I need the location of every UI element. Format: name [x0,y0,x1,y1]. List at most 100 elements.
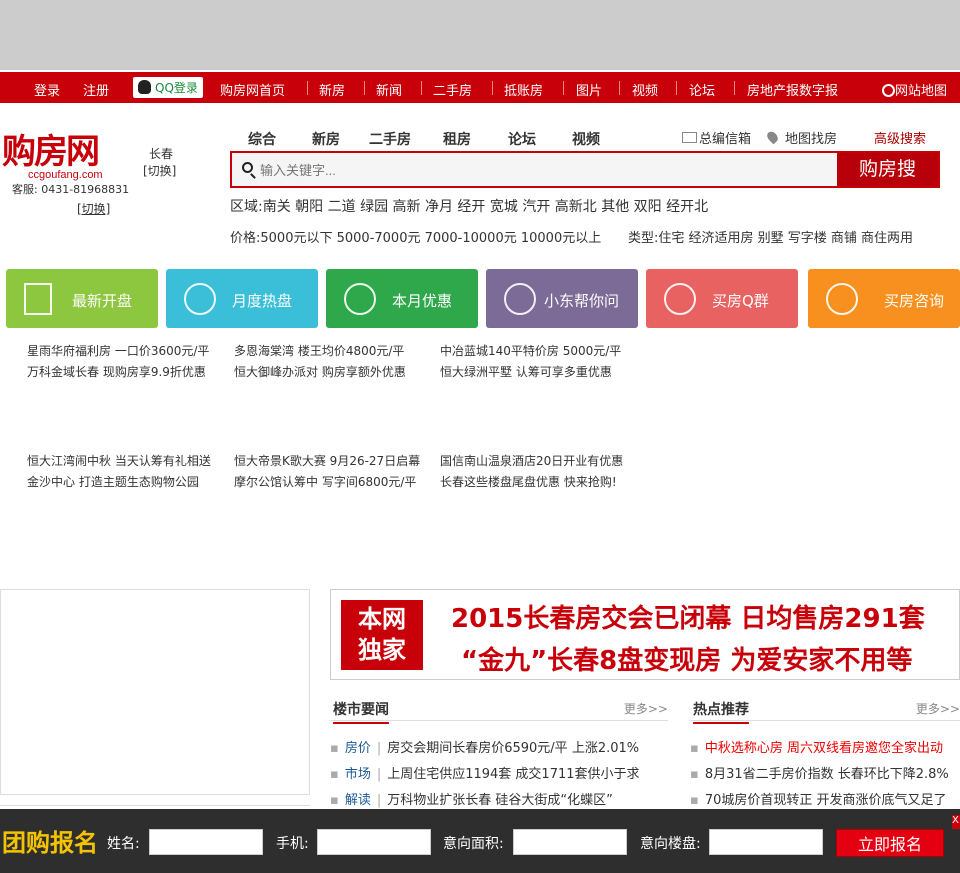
ad-placeholder [0,589,310,795]
market-news-header: 楼市要闻 更多>> [330,697,668,724]
promo-link[interactable]: 中冶蓝城140平特价房 5000元/平 [440,341,621,362]
phone-label: 手机: [276,836,309,852]
search-bar: 购房搜 [230,151,940,188]
promo-list: 中冶蓝城140平特价房 5000元/平 恒大绿洲平墅 认筹可享多重优惠 [440,341,621,383]
city-name: 长春 [149,147,174,161]
tab-new-house[interactable]: 新房 [312,129,340,149]
headline-banner[interactable]: 本网 独家 2015长春房交会已闭幕 日均售房291套 “金九”长春8盘变现房 为… [330,589,960,680]
building-icon [24,283,52,315]
nav-home[interactable]: 购房网首页 [220,80,285,99]
login-link[interactable]: 登录 [34,80,60,99]
search-icon [242,162,253,173]
project-input[interactable] [709,829,823,855]
feature-qq-group[interactable]: 买房Q群 [646,269,798,328]
news-item[interactable]: ▪ 房价 | 房交会期间长春房价6590元/平 上涨2.01% [330,737,639,756]
promo-link[interactable]: 摩尔公馆认筹中 写字间6800元/平 [234,472,420,493]
tab-second-hand[interactable]: 二手房 [369,129,411,149]
sale-icon [344,283,376,315]
promo-list: 国信南山温泉酒店20日开业有优惠 长春这些楼盘尾盘优惠 快来抢购! [440,451,623,493]
promo-link[interactable]: 恒大御峰办派对 购房享额外优惠 [234,362,406,383]
advanced-search-link[interactable]: 高级搜索 [874,128,926,147]
qq-icon [664,283,696,315]
headline-1[interactable]: 2015长春房交会已闭幕 日均售房291套 [451,598,925,635]
more-link[interactable]: 更多>> [624,700,668,717]
qq-login-button[interactable]: QQ登录 [133,77,203,98]
promo-list: 恒大江湾闹中秋 当天认筹有礼相送 金沙中心 打造主题生态购物公园 [27,451,211,493]
tab-video[interactable]: 视频 [572,129,600,149]
divider [492,81,493,95]
price-links[interactable]: 5000元以下 5000-7000元 7000-10000元 10000元以上 [260,231,601,246]
promo-link[interactable]: 金沙中心 打造主题生态购物公园 [27,472,211,493]
sitemap-link[interactable]: 网站地图 [882,80,947,99]
promo-link[interactable]: 万科金域长春 现购房享9.9折优惠 [27,362,209,383]
promo-link[interactable]: 星雨华府福利房 一口价3600元/平 [27,341,209,362]
type-links[interactable]: 住宅 经济适用房 别墅 写字楼 商铺 商住两用 [658,231,913,246]
map-search-link[interactable]: 地图找房 [765,128,837,147]
hot-picks-header: 热点推荐 更多>> [690,697,960,724]
feature-latest-opening[interactable]: 最新开盘 [6,269,158,328]
divider [619,81,620,95]
divider [563,81,564,95]
type-filter: 类型:住宅 经济适用房 别墅 写字楼 商铺 商住两用 [628,231,914,246]
hot-item[interactable]: ▪ 70城房价首现转正 开发商涨价底气又足了 [690,789,947,808]
hot-item[interactable]: ▪ 中秋选称心房 周六双线看房邀您全家出动 [690,737,943,756]
tab-forum[interactable]: 论坛 [508,129,536,149]
promo-link[interactable]: 长春这些楼盘尾盘优惠 快来抢购! [440,472,623,493]
register-link[interactable]: 注册 [83,80,109,99]
project-label: 意向楼盘: [640,836,701,852]
search-button[interactable]: 购房搜 [837,153,938,186]
promo-link[interactable]: 国信南山温泉酒店20日开业有优惠 [440,451,623,472]
mail-icon [682,132,697,143]
city-switch[interactable]: [切换] [143,162,176,179]
promo-link[interactable]: 恒大江湾闹中秋 当天认筹有礼相送 [27,451,211,472]
promo-list: 多恩海棠湾 楼王均价4800元/平 恒大御峰办派对 购房享额外优惠 [234,341,406,383]
name-label: 姓名: [107,836,140,852]
promo-link[interactable]: 多恩海棠湾 楼王均价4800元/平 [234,341,406,362]
promo-list: 星雨华府福利房 一口价3600元/平 万科金域长春 现购房享9.9折优惠 [27,341,209,383]
area-input[interactable] [513,829,627,855]
feature-monthly-hot[interactable]: 月度热盘 [166,269,318,328]
nav-second-hand[interactable]: 二手房 [433,80,472,99]
hot-item[interactable]: ▪ 8月31省二手房价指数 长春环比下降2.8% [690,763,949,782]
site-logo[interactable]: 购房网 ccgoufang.com [2,124,103,181]
nav-new-house[interactable]: 新房 [319,80,345,99]
phone-input[interactable] [317,829,431,855]
tab-rent[interactable]: 租房 [443,129,471,149]
thumbs-up-icon [184,283,216,315]
search-input[interactable] [260,159,820,181]
price-filter: 价格:5000元以下 5000-7000元 7000-10000元 10000元… [230,231,602,246]
close-icon[interactable]: X [952,815,960,829]
feature-consult[interactable]: 买房咨询 [808,269,960,328]
exclusive-badge: 本网 独家 [341,600,423,670]
feature-ask[interactable]: 小东帮你问 [486,269,638,328]
nav-debt-house[interactable]: 抵账房 [504,80,543,99]
divider [307,81,308,95]
group-buy-title: 团购报名 [2,829,98,857]
area-links[interactable]: 南关 朝阳 二道 绿园 高新 净月 经开 宽城 汽开 高新北 其他 双阳 经开北 [263,199,708,215]
divider [676,81,677,95]
promo-link[interactable]: 恒大帝景K歌大赛 9月26-27日启幕 [234,451,420,472]
nav-digital-paper[interactable]: 房地产报数字报 [747,80,838,99]
divider [364,81,365,95]
area-filter: 区域:南关 朝阳 二道 绿园 高新 净月 经开 宽城 汽开 高新北 其他 双阳 … [230,199,709,215]
tab-all[interactable]: 综合 [248,129,276,149]
section-title: 热点推荐 [693,699,749,724]
area-label: 意向面积: [443,836,504,852]
nav-pictures[interactable]: 图片 [576,80,602,99]
more-link[interactable]: 更多>> [916,700,960,717]
mailbox-link[interactable]: 总编信箱 [682,128,751,147]
name-input[interactable] [149,829,263,855]
promo-link[interactable]: 恒大绿洲平墅 认筹可享多重优惠 [440,362,621,383]
headline-2[interactable]: “金九”长春8盘变现房 为爱安家不用等 [461,640,912,677]
switch-link[interactable]: [切换] [77,200,110,217]
group-buy-bar: 团购报名 姓名: 手机: 意向面积: 意向楼盘: 立即报名 X [0,809,960,873]
signup-button[interactable]: 立即报名 [836,829,944,857]
promo-list: 恒大帝景K歌大赛 9月26-27日启幕 摩尔公馆认筹中 写字间6800元/平 [234,451,420,493]
nav-video[interactable]: 视频 [632,80,658,99]
feature-monthly-offers[interactable]: 本月优惠 [326,269,478,328]
sitemap-icon [882,84,895,97]
news-item[interactable]: ▪ 市场 | 上周住宅供应1194套 成交1711套供小于求 [330,763,640,782]
nav-news[interactable]: 新闻 [376,80,402,99]
nav-forum[interactable]: 论坛 [689,80,715,99]
news-item[interactable]: ▪ 解读 | 万科物业扩张长春 硅谷大街成“化蝶区” [330,789,613,808]
